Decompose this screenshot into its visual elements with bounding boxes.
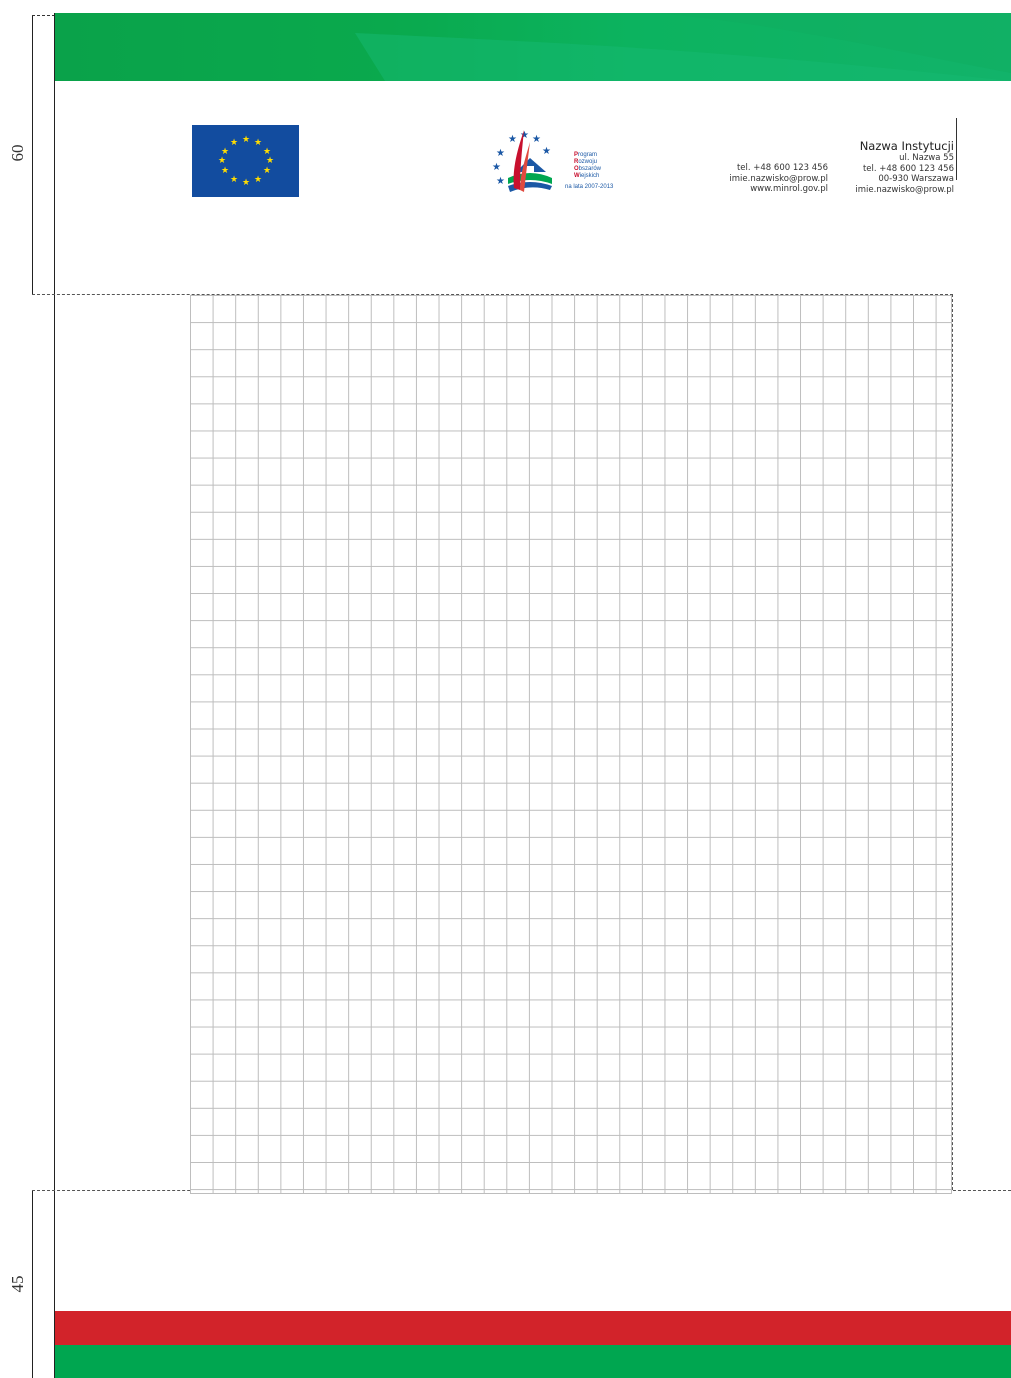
prow-word-wiejskich: iejskich	[579, 173, 600, 179]
contact-left-email: imie.nazwisko@prow.pl	[729, 173, 828, 184]
dimension-tick-top	[32, 15, 33, 295]
footer-red-band	[55, 1311, 1011, 1345]
prow-word-obszarow: bszarów	[578, 166, 602, 172]
right-margin-guide	[952, 294, 953, 1190]
svg-text:★: ★	[508, 134, 517, 145]
institution-name: Nazwa Instytucji	[859, 139, 954, 153]
contact-left-phone: tel. +48 600 123 456	[736, 163, 828, 173]
top-margin-label: 60	[8, 144, 27, 162]
eu-flag-icon: ★ ★ ★ ★ ★ ★ ★ ★ ★ ★ ★ ★	[192, 125, 299, 197]
header-right-rule	[956, 118, 957, 180]
bottom-margin-label: 45	[8, 1275, 27, 1293]
page-left-edge	[54, 13, 55, 1378]
prow-word-program: rogram	[578, 152, 598, 158]
prow-logo-text: Program Rozwoju Obszarów Wiejskich	[574, 152, 601, 180]
institution-street: ul. Nazwa 55	[899, 153, 954, 163]
band-swoosh-icon	[355, 13, 1011, 81]
contact-right-phone: tel. +48 600 123 456	[862, 163, 954, 174]
contact-right: Nazwa Instytucji ul. Nazwa 55 tel. +48 6…	[855, 139, 954, 195]
prow-years: na lata 2007-2013	[565, 184, 614, 190]
prow-word-rozwoju: ozwoju	[578, 159, 598, 165]
header-green-band	[55, 13, 1011, 81]
dimension-tick-bottom	[32, 1190, 33, 1378]
institution-city: 00-930 Warszawa	[878, 174, 954, 184]
content-grid-area	[190, 295, 952, 1194]
svg-text:★: ★	[496, 148, 505, 159]
dimension-cap-top-start	[32, 15, 55, 16]
svg-text:★: ★	[532, 134, 541, 145]
svg-text:★: ★	[492, 162, 501, 173]
contact-left: tel. +48 600 123 456 imie.nazwisko@prow.…	[729, 163, 828, 195]
footer-green-band	[55, 1345, 1011, 1378]
contact-left-website: www.minrol.gov.pl	[750, 184, 828, 194]
prow-logo-icon: ★ ★ ★ ★ ★ ★ ★ Program Rozwoju Obszarów Wiejs…	[490, 128, 613, 200]
svg-text:★: ★	[496, 176, 505, 187]
contact-right-email: imie.nazwisko@prow.pl	[855, 184, 954, 195]
